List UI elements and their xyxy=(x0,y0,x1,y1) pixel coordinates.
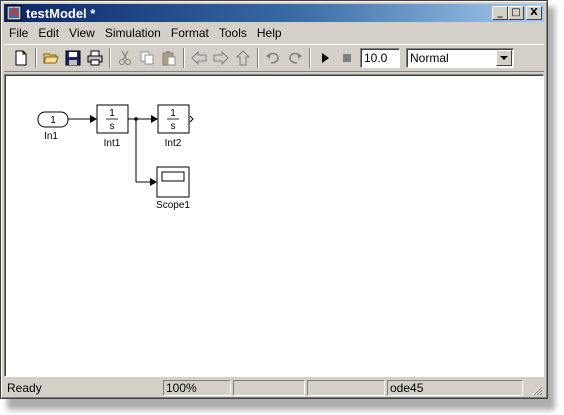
menu-file[interactable]: File xyxy=(4,24,33,42)
maximize-button[interactable]: □ xyxy=(508,6,524,20)
simulink-app-icon xyxy=(6,5,22,21)
integrator-block-int1[interactable]: 1 s xyxy=(96,104,129,134)
integrator-block-int2[interactable]: 1 s xyxy=(157,104,194,134)
stop-time-field[interactable]: 10.0 xyxy=(360,48,400,68)
signal-line[interactable] xyxy=(68,115,97,123)
model-canvas[interactable]: 1 1 s 1 s In1 Int1 Int2 Scope1 xyxy=(4,74,544,377)
int1-numerator: 1 xyxy=(109,108,115,119)
menu-view[interactable]: View xyxy=(64,24,100,42)
cut-icon[interactable] xyxy=(114,47,136,69)
minimize-button[interactable]: _ xyxy=(492,6,508,20)
redo-icon[interactable] xyxy=(284,47,306,69)
block-label-in1[interactable]: In1 xyxy=(21,131,81,142)
scope-block-scope1[interactable] xyxy=(156,166,190,198)
signal-line[interactable] xyxy=(128,115,158,186)
toolbar-separator xyxy=(309,48,311,68)
paste-icon[interactable] xyxy=(158,47,180,69)
up-arrow-icon[interactable] xyxy=(232,47,254,69)
block-label-int2[interactable]: Int2 xyxy=(143,138,203,149)
inport-number: 1 xyxy=(50,115,56,126)
title-bar[interactable]: testModel * _ □ X xyxy=(4,4,544,22)
menu-simulation[interactable]: Simulation xyxy=(100,24,166,42)
back-arrow-icon[interactable] xyxy=(188,47,210,69)
zoom-level: 100% xyxy=(163,380,231,396)
menu-tools[interactable]: Tools xyxy=(214,24,252,42)
play-icon[interactable] xyxy=(314,47,336,69)
simulation-mode-select[interactable]: Normal xyxy=(406,48,514,68)
app-window: testModel * _ □ X File Edit View Simulat… xyxy=(0,0,548,399)
undo-icon[interactable] xyxy=(262,47,284,69)
block-label-int1[interactable]: Int1 xyxy=(82,138,142,149)
status-bar: Ready 100% ode45 xyxy=(4,379,544,397)
inport-block-in1[interactable]: 1 xyxy=(37,111,69,128)
menu-bar: File Edit View Simulation Format Tools H… xyxy=(4,23,544,43)
menu-format[interactable]: Format xyxy=(166,24,214,42)
stop-icon[interactable] xyxy=(336,47,358,69)
status-pane-empty xyxy=(233,380,305,396)
simulation-mode-value: Normal xyxy=(410,51,449,65)
copy-icon[interactable] xyxy=(136,47,158,69)
status-text: Ready xyxy=(4,380,161,396)
menu-help[interactable]: Help xyxy=(252,24,287,42)
open-folder-icon[interactable] xyxy=(40,47,62,69)
int2-numerator: 1 xyxy=(170,108,176,119)
close-button[interactable]: X xyxy=(526,6,542,20)
forward-arrow-icon[interactable] xyxy=(210,47,232,69)
menu-edit[interactable]: Edit xyxy=(33,24,64,42)
int2-denominator: s xyxy=(171,121,176,132)
new-file-icon[interactable] xyxy=(10,47,32,69)
toolbar-separator xyxy=(109,48,111,68)
status-pane-empty xyxy=(307,380,385,396)
window-title: testModel * xyxy=(26,5,96,21)
save-icon[interactable] xyxy=(62,47,84,69)
int1-denominator: s xyxy=(110,121,115,132)
block-label-scope1[interactable]: Scope1 xyxy=(143,200,203,211)
toolbar-separator xyxy=(183,48,185,68)
chevron-down-icon[interactable] xyxy=(496,50,512,66)
resize-grip-icon[interactable] xyxy=(531,384,543,396)
toolbar-separator xyxy=(257,48,259,68)
print-icon[interactable] xyxy=(84,47,106,69)
solver-name: ode45 xyxy=(387,380,523,396)
toolbar: 10.0 Normal xyxy=(4,44,544,72)
toolbar-separator xyxy=(35,48,37,68)
